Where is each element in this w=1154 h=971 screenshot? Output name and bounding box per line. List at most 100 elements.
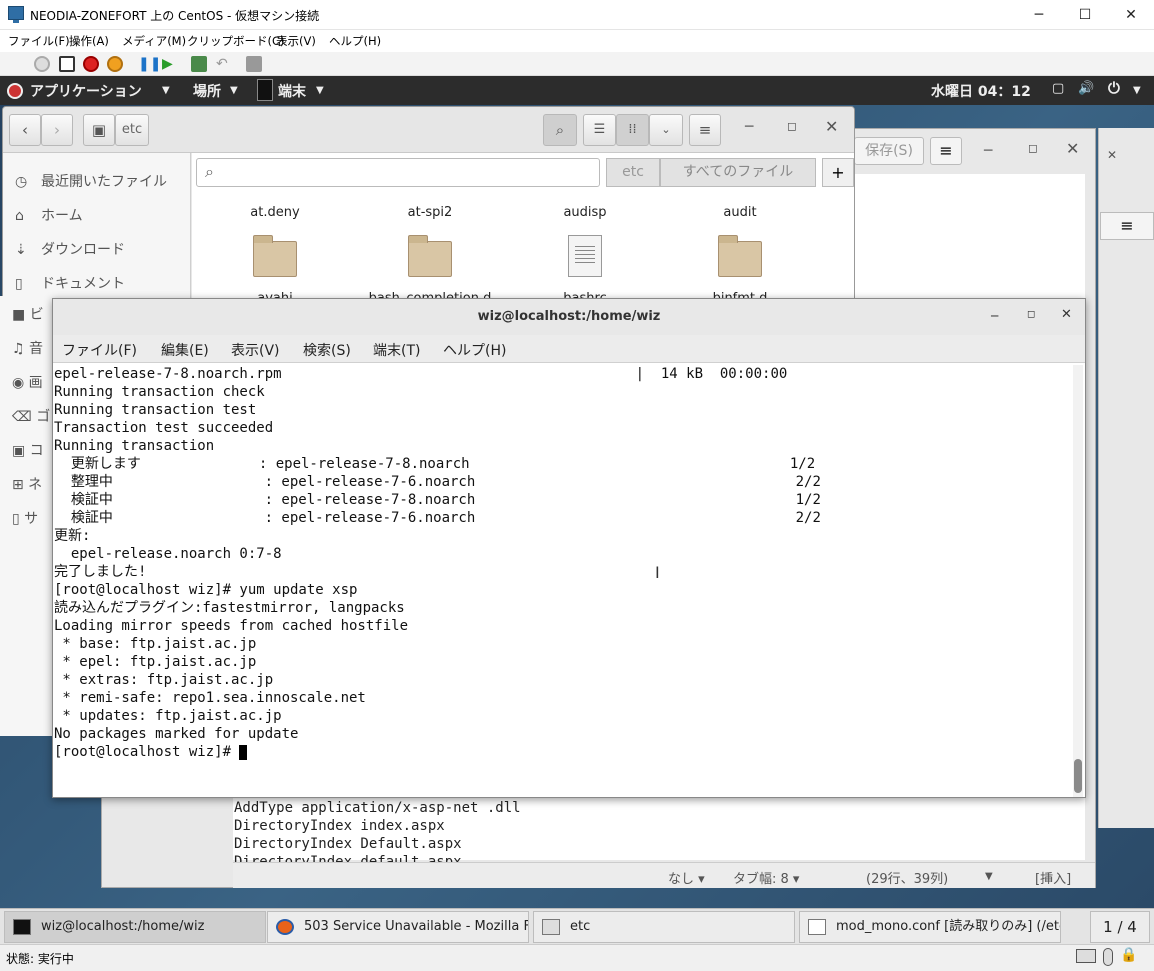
pause-icon[interactable]: ❚❚ (138, 56, 161, 72)
server-icon[interactable]: ▯ サ (12, 502, 50, 536)
insert-mode[interactable]: [挿入] (1035, 868, 1071, 887)
power-menu-icon[interactable]: ⏻ (1108, 79, 1120, 97)
enhanced-session-icon[interactable] (246, 56, 262, 72)
stop-icon[interactable] (59, 56, 75, 72)
background-window-edge: ✕ ≡ (1098, 128, 1154, 828)
disk-icon[interactable]: ▣ コ (12, 434, 50, 468)
menu-action[interactable]: 操作(A) (69, 33, 109, 49)
ctrl-alt-del-icon[interactable] (34, 56, 50, 72)
files-minimize-icon[interactable]: ─ (745, 119, 753, 135)
search-icon: ⌕ (205, 162, 214, 181)
search-button[interactable]: ⌕ (543, 114, 577, 146)
file-item[interactable]: avahi (210, 235, 340, 305)
terminal-scrollbar[interactable] (1073, 365, 1083, 797)
files-menu-icon[interactable]: ≡ (689, 114, 721, 146)
terminal-menu-view[interactable]: 表示(V) (231, 340, 280, 360)
network-icon[interactable]: ⊞ ネ (12, 468, 50, 502)
terminal-menu-terminal[interactable]: 端末(T) (373, 340, 420, 360)
back-button[interactable]: ‹ (9, 114, 41, 146)
window-icon[interactable]: ▢ (1052, 81, 1064, 96)
menu-icon[interactable]: ≡ (1100, 212, 1154, 240)
terminal-menu-edit[interactable]: 編集(E) (161, 340, 209, 360)
editor-minimize-icon[interactable]: ─ (984, 143, 992, 159)
files-header: ‹ › ▣ etc ⌕ ☰ ⁞⁞ ⌄ ≡ ─ ◻ ✕ (3, 107, 854, 153)
files-close-icon[interactable]: ✕ (825, 117, 838, 136)
path-etc-button[interactable]: etc (115, 114, 149, 146)
save-button[interactable]: 保存(S) (854, 137, 924, 165)
add-search-criteria-button[interactable]: + (822, 158, 854, 187)
list-view-icon[interactable]: ☰ (583, 114, 616, 146)
file-item[interactable]: bash_completion.d (365, 235, 495, 305)
lock-icon: 🔒 (1120, 947, 1138, 963)
tab-width-selector[interactable]: タブ幅: 8 ▾ (733, 868, 799, 887)
terminal-menu-help[interactable]: ヘルプ(H) (443, 340, 506, 360)
shutdown-icon[interactable] (83, 56, 99, 72)
terminal-menu-file[interactable]: ファイル(F) (62, 340, 137, 360)
terminal-close-icon[interactable]: ✕ (1061, 307, 1072, 322)
terminal-minimize-icon[interactable]: ─ (991, 309, 998, 323)
sidebar-item-home[interactable]: ⌂ ホーム (15, 205, 83, 227)
file-item[interactable]: at-spi2 (365, 205, 495, 220)
volume-icon[interactable]: 🔊 (1078, 81, 1094, 96)
file-item[interactable]: at.deny (210, 205, 340, 220)
terminal-line: 検証中 : epel-release-7-8.noarch 1/2 (54, 492, 821, 508)
forward-button[interactable]: › (41, 114, 73, 146)
video-icon[interactable]: ■ ビ (12, 298, 50, 332)
terminal-line: 更新: (54, 528, 91, 544)
editor-close-icon[interactable]: ✕ (1066, 139, 1079, 158)
sidebar-item-downloads[interactable]: ⇣ ダウンロード (15, 239, 125, 261)
file-item[interactable]: audit (675, 205, 805, 220)
camera-icon[interactable]: ◉ 画 (12, 366, 50, 400)
task-gedit[interactable]: mod_mono.conf [読み取りのみ] (/etc/httpd/conf.… (799, 911, 1061, 943)
applications-menu[interactable]: アプリケーション (30, 81, 142, 101)
terminal-app-menu[interactable]: 端末 (278, 81, 306, 101)
chevron-down-icon[interactable]: ⌄ (649, 114, 683, 146)
chevron-down-icon: ▼ (162, 85, 170, 96)
editor-menu-button[interactable]: ≡ (930, 137, 962, 165)
terminal-line: epel-release-7-8.noarch.rpm | 14 kB 00:0… (54, 366, 788, 382)
menu-media[interactable]: メディア(M) (122, 33, 186, 49)
menu-clipboard[interactable]: クリップボード(C) (187, 33, 285, 49)
power-icon[interactable] (107, 56, 123, 72)
editor-maximize-icon[interactable]: ◻ (1028, 141, 1038, 155)
close-button[interactable]: ✕ (1108, 0, 1154, 30)
revert-icon[interactable]: ↶ (216, 56, 232, 72)
file-item[interactable]: audisp (520, 205, 650, 220)
search-location-etc[interactable]: etc (606, 158, 660, 187)
document-icon: ▯ (15, 276, 23, 292)
file-item[interactable]: bashrc (520, 235, 650, 305)
clock[interactable]: 水曜日 04：12 (931, 81, 1031, 101)
terminal-output[interactable]: epel-release-7-8.noarch.rpm | 14 kB 00:0… (54, 365, 1072, 797)
task-files[interactable]: etc (533, 911, 795, 943)
music-icon[interactable]: ♫ 音 (12, 332, 50, 366)
files-icon (542, 919, 560, 935)
disk-icon[interactable]: ▣ (83, 114, 115, 146)
menu-view[interactable]: 表示(V) (276, 33, 316, 49)
checkpoint-icon[interactable] (191, 56, 207, 72)
files-maximize-icon[interactable]: ◻ (787, 119, 797, 133)
terminal-menu-search[interactable]: 検索(S) (303, 340, 351, 360)
menu-file[interactable]: ファイル(F) (8, 33, 70, 49)
resume-icon[interactable]: ▶ (162, 56, 178, 72)
terminal-maximize-icon[interactable]: ◻ (1027, 309, 1035, 320)
terminal-line: Running transaction test (54, 402, 257, 418)
workspace-switcher[interactable]: 1 / 4 (1090, 911, 1150, 943)
menu-help[interactable]: ヘルプ(H) (329, 33, 381, 49)
search-input[interactable]: ⌕ (196, 158, 600, 187)
grid-view-icon[interactable]: ⁞⁞ (616, 114, 649, 146)
maximize-button[interactable]: ☐ (1062, 0, 1108, 30)
vm-connection-icon (8, 6, 24, 23)
scrollbar-thumb[interactable] (1074, 759, 1082, 793)
places-menu[interactable]: 場所 (193, 81, 221, 101)
minimize-button[interactable]: ─ (1016, 0, 1062, 30)
file-item[interactable]: binfmt.d (675, 235, 805, 305)
sidebar-item-documents[interactable]: ▯ ドキュメント (15, 273, 125, 295)
task-terminal[interactable]: wiz@localhost:/home/wiz (4, 911, 266, 943)
task-firefox[interactable]: 503 Service Unavailable - Mozilla Firefo… (267, 911, 529, 943)
search-location-all[interactable]: すべてのファイル (660, 158, 816, 187)
cursor-position[interactable]: (29行、39列) (866, 868, 948, 887)
trash-icon[interactable]: ⌫ ゴ (12, 400, 50, 434)
language-selector[interactable]: なし ▾ (668, 868, 705, 887)
sidebar-item-recent[interactable]: ◷ 最近開いたファイル (15, 171, 167, 193)
close-icon[interactable]: ✕ (1107, 148, 1117, 162)
